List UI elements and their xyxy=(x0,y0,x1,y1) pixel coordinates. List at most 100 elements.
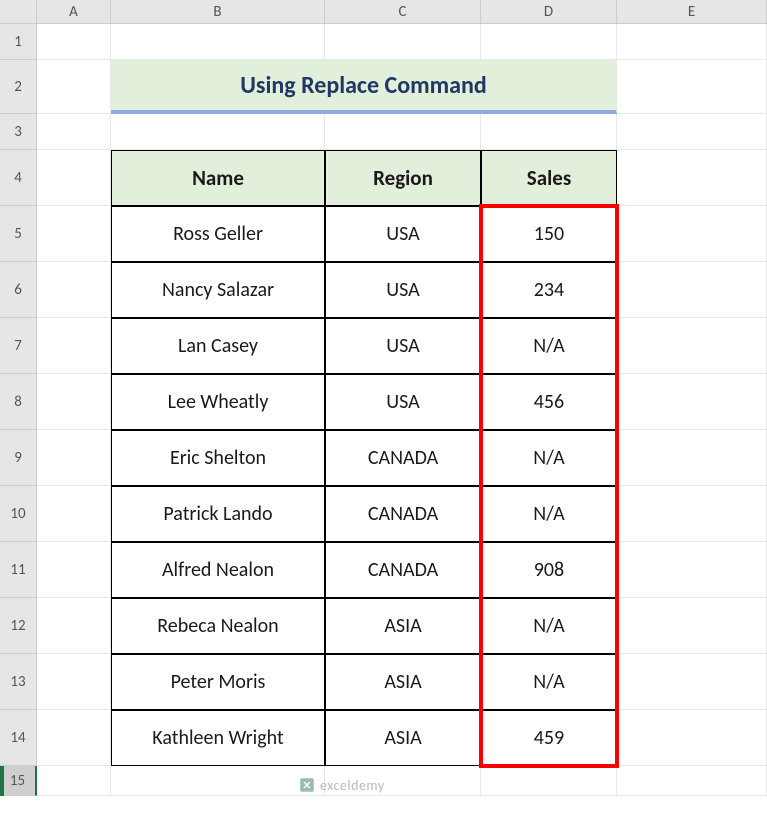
cell-a15[interactable] xyxy=(37,766,111,796)
cell-d15[interactable] xyxy=(481,766,617,796)
row-header-14[interactable]: 14 xyxy=(0,710,37,766)
col-header-d[interactable]: D xyxy=(481,0,617,23)
col-header-e[interactable]: E xyxy=(617,0,767,23)
cell-sales-8[interactable]: 456 xyxy=(481,374,617,430)
cell-name-7[interactable]: Lan Casey xyxy=(111,318,325,374)
cell-region-5[interactable]: USA xyxy=(325,206,481,262)
grid-rows: 1 2 Using Replace Command 3 xyxy=(0,24,767,796)
header-region[interactable]: Region xyxy=(325,150,481,206)
cell-name-14[interactable]: Kathleen Wright xyxy=(111,710,325,766)
header-sales[interactable]: Sales xyxy=(481,150,617,206)
cell-a7[interactable] xyxy=(37,318,111,374)
cell-a4[interactable] xyxy=(37,150,111,206)
cell-region-8[interactable]: USA xyxy=(325,374,481,430)
cell-region-11[interactable]: CANADA xyxy=(325,542,481,598)
cell-e3[interactable] xyxy=(617,114,767,150)
cell-sales-14[interactable]: 459 xyxy=(481,710,617,766)
cell-a12[interactable] xyxy=(37,598,111,654)
cell-e15[interactable] xyxy=(617,766,767,796)
header-name[interactable]: Name xyxy=(111,150,325,206)
cell-region-10[interactable]: CANADA xyxy=(325,486,481,542)
active-row-marker xyxy=(0,766,4,796)
cell-region-9[interactable]: CANADA xyxy=(325,430,481,486)
cell-a8[interactable] xyxy=(37,374,111,430)
col-header-a[interactable]: A xyxy=(37,0,111,23)
row-header-2[interactable]: 2 xyxy=(0,60,37,114)
cell-region-7[interactable]: USA xyxy=(325,318,481,374)
cell-name-13[interactable]: Peter Moris xyxy=(111,654,325,710)
row-header-5[interactable]: 5 xyxy=(0,206,37,262)
row-header-1[interactable]: 1 xyxy=(0,24,37,60)
cell-sales-10[interactable]: N/A xyxy=(481,486,617,542)
cell-a9[interactable] xyxy=(37,430,111,486)
cell-e6[interactable] xyxy=(617,262,767,318)
cell-name-6[interactable]: Nancy Salazar xyxy=(111,262,325,318)
col-header-c[interactable]: C xyxy=(325,0,481,23)
row-header-12[interactable]: 12 xyxy=(0,598,37,654)
cell-a6[interactable] xyxy=(37,262,111,318)
cell-sales-9[interactable]: N/A xyxy=(481,430,617,486)
row-header-6[interactable]: 6 xyxy=(0,262,37,318)
row-header-15[interactable]: 15 xyxy=(0,766,37,796)
column-headers: A B C D E xyxy=(0,0,767,24)
cell-a11[interactable] xyxy=(37,542,111,598)
cell-sales-12[interactable]: N/A xyxy=(481,598,617,654)
cell-name-10[interactable]: Patrick Lando xyxy=(111,486,325,542)
cell-e9[interactable] xyxy=(617,430,767,486)
cell-e12[interactable] xyxy=(617,598,767,654)
cell-sales-6[interactable]: 234 xyxy=(481,262,617,318)
row-header-10[interactable]: 10 xyxy=(0,486,37,542)
cell-a14[interactable] xyxy=(37,710,111,766)
cell-e13[interactable] xyxy=(617,654,767,710)
cell-c3[interactable] xyxy=(325,114,481,150)
cell-a10[interactable] xyxy=(37,486,111,542)
cell-e2[interactable] xyxy=(617,60,767,114)
row-header-7[interactable]: 7 xyxy=(0,318,37,374)
cell-a13[interactable] xyxy=(37,654,111,710)
row-header-11[interactable]: 11 xyxy=(0,542,37,598)
row-header-8[interactable]: 8 xyxy=(0,374,37,430)
cell-name-9[interactable]: Eric Shelton xyxy=(111,430,325,486)
watermark-text: exceldemy xyxy=(320,777,385,794)
spreadsheet: A B C D E 1 2 Using Replace Command xyxy=(0,0,767,824)
cell-a5[interactable] xyxy=(37,206,111,262)
cell-c1[interactable] xyxy=(325,24,481,60)
row-header-4[interactable]: 4 xyxy=(0,150,37,206)
cell-b3[interactable] xyxy=(111,114,325,150)
cell-e8[interactable] xyxy=(617,374,767,430)
cell-e14[interactable] xyxy=(617,710,767,766)
watermark: exceldemy xyxy=(298,776,385,794)
brand-icon xyxy=(298,776,316,794)
cell-region-12[interactable]: ASIA xyxy=(325,598,481,654)
row-header-9[interactable]: 9 xyxy=(0,430,37,486)
cell-b1[interactable] xyxy=(111,24,325,60)
cell-d3[interactable] xyxy=(481,114,617,150)
select-all-corner[interactable] xyxy=(0,0,37,23)
cell-e4[interactable] xyxy=(617,150,767,206)
cell-d1[interactable] xyxy=(481,24,617,60)
cell-e1[interactable] xyxy=(617,24,767,60)
cell-name-12[interactable]: Rebeca Nealon xyxy=(111,598,325,654)
title-cell[interactable]: Using Replace Command xyxy=(111,60,617,114)
cell-name-8[interactable]: Lee Wheatly xyxy=(111,374,325,430)
cell-region-6[interactable]: USA xyxy=(325,262,481,318)
cell-e5[interactable] xyxy=(617,206,767,262)
cell-name-5[interactable]: Ross Geller xyxy=(111,206,325,262)
cell-e10[interactable] xyxy=(617,486,767,542)
cell-region-14[interactable]: ASIA xyxy=(325,710,481,766)
cell-sales-7[interactable]: N/A xyxy=(481,318,617,374)
cell-b15[interactable] xyxy=(111,766,325,796)
cell-sales-13[interactable]: N/A xyxy=(481,654,617,710)
row-header-3[interactable]: 3 xyxy=(0,114,37,150)
cell-e11[interactable] xyxy=(617,542,767,598)
cell-sales-11[interactable]: 908 xyxy=(481,542,617,598)
cell-e7[interactable] xyxy=(617,318,767,374)
cell-region-13[interactable]: ASIA xyxy=(325,654,481,710)
row-header-13[interactable]: 13 xyxy=(0,654,37,710)
cell-a3[interactable] xyxy=(37,114,111,150)
cell-a1[interactable] xyxy=(37,24,111,60)
col-header-b[interactable]: B xyxy=(111,0,325,23)
cell-name-11[interactable]: Alfred Nealon xyxy=(111,542,325,598)
cell-a2[interactable] xyxy=(37,60,111,114)
cell-sales-5[interactable]: 150 xyxy=(481,206,617,262)
